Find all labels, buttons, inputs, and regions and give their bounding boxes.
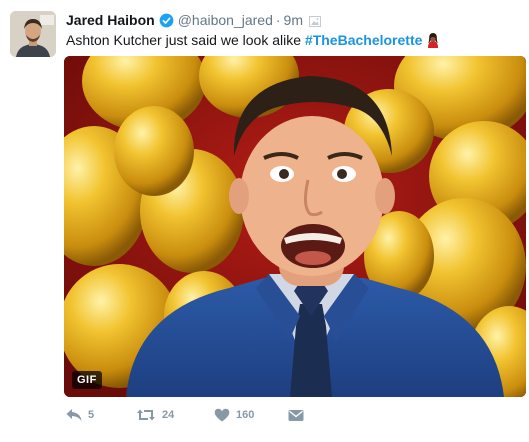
avatar[interactable] [10, 11, 56, 57]
hashtag-link[interactable]: #TheBachelorette [305, 32, 422, 48]
like-count: 160 [236, 409, 255, 421]
gif-image [64, 56, 526, 397]
reply-count: 5 [88, 409, 95, 421]
tweet-text: Ashton Kutcher just said we look alike #… [66, 31, 440, 50]
verified-icon [159, 13, 174, 28]
tweet: Jared Haibon @haibon_jared · 9m Ashton Kutc… [0, 0, 529, 442]
handle[interactable]: @haibon_jared [178, 12, 273, 28]
tweet-actions: 5 24 160 [66, 404, 366, 426]
tweet-header: Jared Haibon @haibon_jared · 9m [66, 11, 321, 29]
retweet-count: 24 [162, 409, 175, 421]
gif-badge: GIF [72, 371, 102, 389]
like-icon [214, 408, 230, 422]
direct-message-button[interactable] [288, 404, 304, 426]
emoji-icon [428, 33, 439, 48]
gif-media[interactable]: GIF [64, 56, 526, 397]
media-icon [309, 16, 321, 27]
tweet-text-body: Ashton Kutcher just said we look alike [66, 32, 302, 48]
reply-button[interactable]: 5 [66, 404, 94, 426]
retweet-icon [137, 409, 155, 421]
direct-message-icon [288, 409, 304, 421]
retweet-button[interactable]: 24 [136, 404, 174, 426]
timestamp[interactable]: 9m [284, 12, 303, 28]
display-name[interactable]: Jared Haibon [66, 12, 155, 28]
reply-icon [66, 409, 82, 421]
separator-dot: · [275, 12, 281, 28]
like-button[interactable]: 160 [214, 404, 254, 426]
